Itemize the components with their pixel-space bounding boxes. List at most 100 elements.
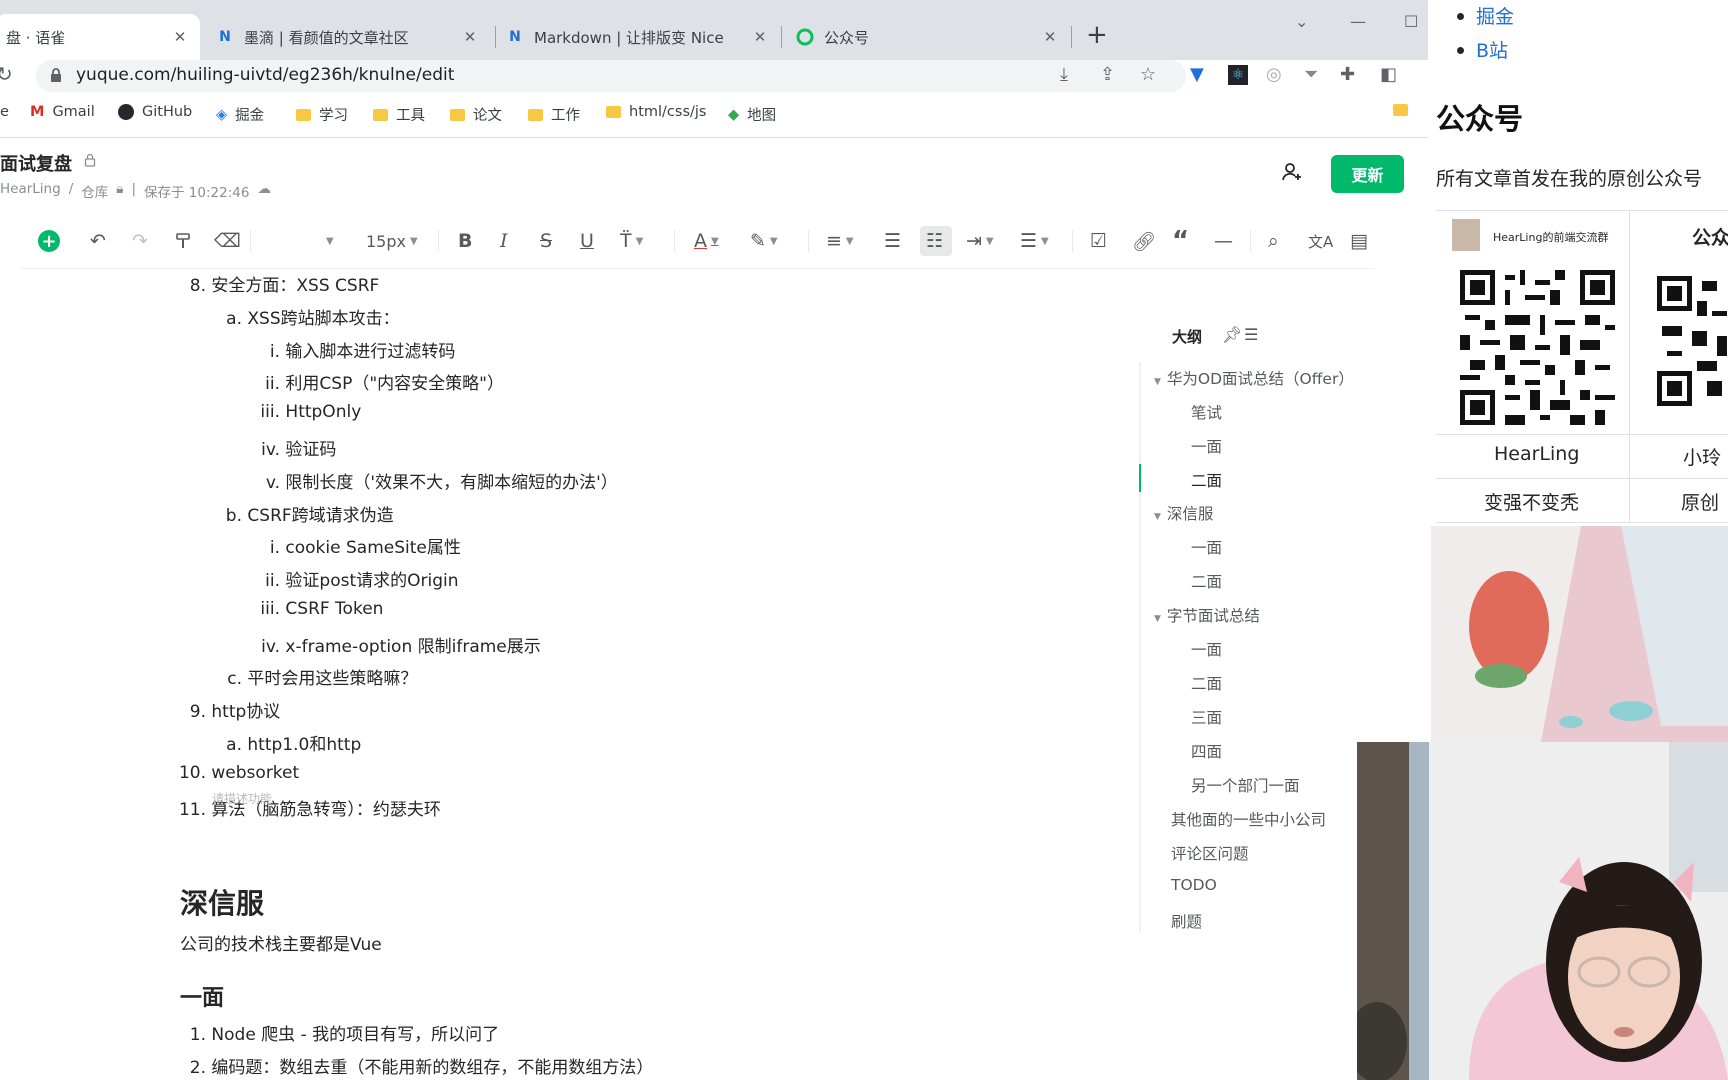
- list-item[interactable]: iii. CSRF Token: [236, 599, 383, 619]
- outline-item[interactable]: ▼ 华为OD面试总结（Offer）: [1154, 367, 1354, 389]
- bookmark-folder-work[interactable]: 工作: [528, 104, 580, 125]
- outline-item[interactable]: 三面: [1191, 706, 1222, 728]
- italic-icon[interactable]: I: [500, 228, 508, 254]
- outline-item[interactable]: 一面: [1191, 435, 1222, 457]
- subsection-heading[interactable]: 一面: [180, 980, 224, 1012]
- bookmark-folder-study[interactable]: 学习: [296, 104, 348, 125]
- link-icon[interactable]: 🔗︎: [1132, 228, 1156, 254]
- list-item[interactable]: i. 输入脚本进行过滤转码: [236, 337, 456, 362]
- caret-down-icon[interactable]: ▼: [1154, 512, 1161, 522]
- search-replace-icon[interactable]: ⌕: [1268, 228, 1279, 254]
- tab-markdown-nice[interactable]: N Markdown | 让排版变 Nice ✕: [496, 14, 780, 60]
- outline-item[interactable]: 刷题: [1171, 910, 1202, 932]
- list-item[interactable]: iii. HttpOnly: [236, 402, 361, 422]
- list-item[interactable]: i. cookie SameSite属性: [236, 533, 461, 558]
- outline-toggle-icon[interactable]: ☰: [1244, 325, 1258, 344]
- format-painter-icon[interactable]: [174, 228, 192, 254]
- list-item[interactable]: 1. Node 爬虫 - 我的项目有写，所以问了: [180, 1020, 499, 1045]
- bookmark-folder-tools[interactable]: 工具: [373, 104, 425, 125]
- outline-item-active[interactable]: 二面: [1191, 469, 1222, 491]
- line-spacing-icon[interactable]: ☰ ▼: [1020, 228, 1049, 254]
- underline-icon[interactable]: U: [580, 228, 594, 254]
- repo-link[interactable]: 仓库: [81, 181, 108, 201]
- share-icon[interactable]: ⇪: [1100, 64, 1115, 85]
- insert-icon[interactable]: +: [38, 230, 60, 252]
- outline-item[interactable]: 笔试: [1191, 401, 1222, 423]
- filter-icon[interactable]: ⏷: [1304, 64, 1318, 85]
- extension-icon[interactable]: ▼: [1190, 64, 1204, 85]
- close-icon[interactable]: ✕: [170, 28, 190, 46]
- reload-icon[interactable]: ↻: [0, 62, 13, 86]
- caret-down-icon[interactable]: ▼: [1154, 377, 1161, 387]
- strikethrough-icon[interactable]: S: [540, 228, 552, 254]
- minimize-icon[interactable]: —: [1350, 12, 1366, 31]
- tab-wechat-mp[interactable]: 公众号 ✕: [786, 14, 1070, 60]
- caret-down-icon[interactable]: ▼: [1154, 614, 1161, 624]
- url-text[interactable]: yuque.com/huiling-uivtd/eg236h/knulne/ed…: [76, 65, 454, 85]
- install-icon[interactable]: ⤓: [1060, 64, 1068, 85]
- author-link[interactable]: HearLing: [0, 181, 61, 201]
- outline-item[interactable]: 另一个部门一面: [1191, 774, 1300, 796]
- divider-line-icon[interactable]: —: [1214, 228, 1233, 254]
- close-icon[interactable]: ✕: [1040, 28, 1060, 46]
- list-item[interactable]: ii. 验证post请求的Origin: [236, 566, 458, 591]
- document-info-icon[interactable]: ▤: [1350, 228, 1368, 254]
- bookmark-folder-papers[interactable]: 论文: [450, 104, 502, 125]
- bullet-list-icon[interactable]: ☰: [884, 228, 901, 254]
- list-item[interactable]: 2. 编码题：数组去重（不能用新的数组存，不能用数组方法）: [180, 1053, 654, 1078]
- tab-mdnice-community[interactable]: N 墨滴 | 看颜值的文章社区 ✕: [206, 14, 490, 60]
- list-item[interactable]: b. CSRF跨域请求伪造: [216, 501, 394, 526]
- undo-icon[interactable]: ↶: [90, 228, 106, 254]
- eraser-icon[interactable]: ⌫: [214, 228, 241, 254]
- link-juejin[interactable]: 掘金: [1476, 2, 1514, 29]
- list-item[interactable]: a. XSS跨站脚本攻击：: [216, 304, 399, 329]
- bold-icon[interactable]: B: [458, 228, 472, 254]
- bookmark-map[interactable]: ◆ 地图: [728, 104, 776, 125]
- redo-icon[interactable]: ↷: [132, 228, 148, 254]
- tab-yuque[interactable]: 盘 · 语雀 ✕: [0, 14, 200, 60]
- react-devtools-icon[interactable]: ⚛: [1228, 65, 1248, 85]
- list-item[interactable]: iv. 验证码: [236, 435, 336, 460]
- align-icon[interactable]: ≡ ▼: [826, 228, 854, 254]
- link-bilibili[interactable]: B站: [1476, 36, 1508, 63]
- translate-icon[interactable]: 文A: [1308, 228, 1333, 254]
- new-tab-button[interactable]: +: [1086, 20, 1108, 50]
- task-list-icon[interactable]: ☑: [1090, 228, 1107, 254]
- outline-item[interactable]: 二面: [1191, 570, 1222, 592]
- list-item[interactable]: iv. x-frame-option 限制iframe展示: [236, 632, 541, 657]
- outline-item[interactable]: ▼ 字节面试总结: [1154, 604, 1260, 626]
- bookmark-gmail[interactable]: M Gmail: [30, 104, 95, 120]
- bookmark-juejin[interactable]: ◈ 掘金: [216, 104, 264, 125]
- close-icon[interactable]: ✕: [460, 28, 480, 46]
- list-item[interactable]: 8. 安全方面：XSS CSRF: [180, 271, 380, 296]
- list-item[interactable]: ii. 利用CSP（"内容安全策略"）: [236, 369, 504, 394]
- list-item[interactable]: v. 限制长度（'效果不大，有脚本缩短的办法'）: [236, 468, 618, 493]
- quote-icon[interactable]: “: [1172, 226, 1189, 256]
- close-icon[interactable]: ✕: [750, 28, 770, 46]
- doc-title[interactable]: 面试复盘: [0, 150, 72, 176]
- ordered-list-icon[interactable]: ☷: [926, 228, 943, 254]
- font-size-dropdown[interactable]: 15px ▼: [366, 228, 418, 254]
- maximize-icon[interactable]: ☐: [1404, 12, 1418, 31]
- list-item[interactable]: a. http1.0和http: [216, 730, 361, 755]
- font-color-icon[interactable]: A ▼: [694, 228, 719, 254]
- update-button[interactable]: 更新: [1331, 155, 1404, 193]
- bookmark-github[interactable]: GitHub: [118, 104, 192, 120]
- outline-item[interactable]: ▼ 深信服: [1154, 502, 1213, 524]
- outline-item[interactable]: 评论区问题: [1171, 842, 1249, 864]
- highlight-icon[interactable]: ✎ ▼: [750, 228, 778, 254]
- outline-item[interactable]: 一面: [1191, 638, 1222, 660]
- outline-item[interactable]: 一面: [1191, 536, 1222, 558]
- list-item[interactable]: c. 平时会用这些策略嘛？: [216, 664, 417, 689]
- outline-item[interactable]: TODO: [1171, 876, 1217, 894]
- outline-item[interactable]: 二面: [1191, 672, 1222, 694]
- list-item[interactable]: 10. websorket: [176, 763, 299, 783]
- paragraph-style-dropdown[interactable]: ▼: [322, 228, 334, 254]
- list-item[interactable]: 9. http协议: [180, 697, 281, 722]
- bookmark-folder-html[interactable]: html/css/js: [606, 104, 706, 120]
- add-user-icon[interactable]: [1280, 160, 1304, 190]
- text-style-icon[interactable]: T̈ ▼: [620, 228, 643, 254]
- chevron-down-icon[interactable]: ⌄: [1295, 12, 1308, 31]
- star-icon[interactable]: ☆: [1140, 64, 1156, 85]
- puzzle-icon[interactable]: ✚: [1340, 64, 1355, 85]
